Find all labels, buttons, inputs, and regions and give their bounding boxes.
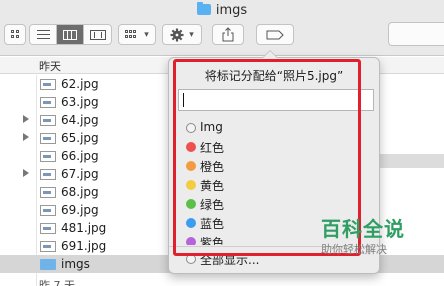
search-field[interactable] (388, 22, 444, 46)
tag-input[interactable] (178, 89, 374, 111)
tag-label: 黄色 (200, 179, 225, 193)
file-name: 69.jpg (61, 203, 99, 217)
cover-flow-view-button[interactable] (84, 25, 111, 44)
file-name: 64.jpg (61, 113, 99, 127)
watermark-title: 百科全说 (321, 217, 405, 241)
show-all-label: 全部显示... (200, 253, 260, 267)
popover-heading: 将标记分配给“照片5.jpg” (204, 69, 344, 83)
finder-toolbar: imgs ▾ ▾ (0, 0, 444, 56)
file-name: 66.jpg (61, 149, 99, 163)
tag-circle-icon (186, 123, 196, 133)
disclosure-triangle-icon[interactable] (23, 169, 29, 177)
gear-icon (170, 28, 184, 41)
file-name: 68.jpg (61, 185, 99, 199)
column-view-icon (63, 29, 77, 40)
file-name: 481.jpg (61, 221, 107, 235)
selection-stripe (380, 154, 444, 168)
file-name: 67.jpg (61, 167, 99, 181)
tag-label: 紫色 (200, 236, 225, 245)
icon-view-icon (10, 30, 20, 39)
image-file-icon (40, 169, 56, 180)
tag-label: 橙色 (200, 160, 225, 174)
file-name: 691.jpg (61, 239, 107, 253)
arrange-button[interactable]: ▾ (118, 24, 156, 45)
text-caret (183, 93, 184, 107)
watermark: 百科全说 助你轻松解决 (318, 213, 444, 259)
file-name: imgs (61, 257, 90, 271)
disclosure-triangle-icon[interactable] (23, 115, 29, 123)
tag-item[interactable]: 绿色 (183, 195, 363, 213)
file-name: 62.jpg (61, 77, 99, 91)
tag-color-dot-icon (186, 161, 196, 171)
disclosure-triangle-icon[interactable] (23, 133, 29, 141)
tag-circle-icon (186, 254, 196, 264)
view-mode-segmented-control[interactable] (29, 24, 112, 45)
column-header-label: 昨天 (39, 60, 61, 73)
image-file-icon (40, 115, 56, 126)
tag-label: 绿色 (200, 198, 225, 212)
tag-item[interactable]: 黄色 (183, 176, 363, 194)
share-icon (222, 27, 234, 42)
image-file-icon (40, 205, 56, 216)
image-file-icon (40, 223, 56, 234)
watermark-subtitle: 助你轻松解决 (321, 243, 387, 256)
tag-item[interactable]: 红色 (183, 138, 363, 156)
tag-icon (266, 30, 284, 39)
image-file-icon (40, 187, 56, 198)
image-file-icon (40, 97, 56, 108)
icon-view-button[interactable] (4, 24, 26, 45)
list-view-icon (36, 30, 50, 39)
file-name: 65.jpg (61, 131, 99, 145)
cover-flow-icon (89, 29, 106, 40)
folder-icon (40, 259, 56, 270)
image-file-icon (40, 79, 56, 90)
tag-item[interactable]: 橙色 (183, 157, 363, 175)
section-label: 昨 7 天 (39, 279, 75, 286)
tag-color-dot-icon (186, 237, 196, 245)
tag-item[interactable]: Img (183, 119, 363, 137)
column-view-button[interactable] (57, 25, 84, 44)
chevron-down-icon: ▾ (189, 29, 194, 40)
tag-button[interactable] (256, 24, 294, 45)
tag-label: 蓝色 (200, 217, 225, 231)
folder-icon (196, 2, 211, 15)
grid-arrange-icon (125, 30, 138, 39)
window-title: imgs (0, 2, 444, 21)
image-file-icon (40, 133, 56, 144)
tag-color-dot-icon (186, 199, 196, 209)
list-view-button[interactable] (30, 25, 57, 44)
tag-color-dot-icon (186, 180, 196, 190)
image-file-icon (40, 151, 56, 162)
image-file-icon (40, 241, 56, 252)
section-header: 昨 7 天 (0, 277, 444, 286)
window-title-text: imgs (215, 3, 248, 18)
tag-label: Img (200, 120, 223, 134)
share-button[interactable] (212, 24, 244, 45)
file-name: 63.jpg (61, 95, 99, 109)
action-button[interactable]: ▾ (162, 24, 202, 45)
chevron-down-icon: ▾ (144, 29, 149, 40)
tag-color-dot-icon (186, 142, 196, 152)
tag-label: 红色 (200, 141, 225, 155)
tag-color-dot-icon (186, 218, 196, 228)
